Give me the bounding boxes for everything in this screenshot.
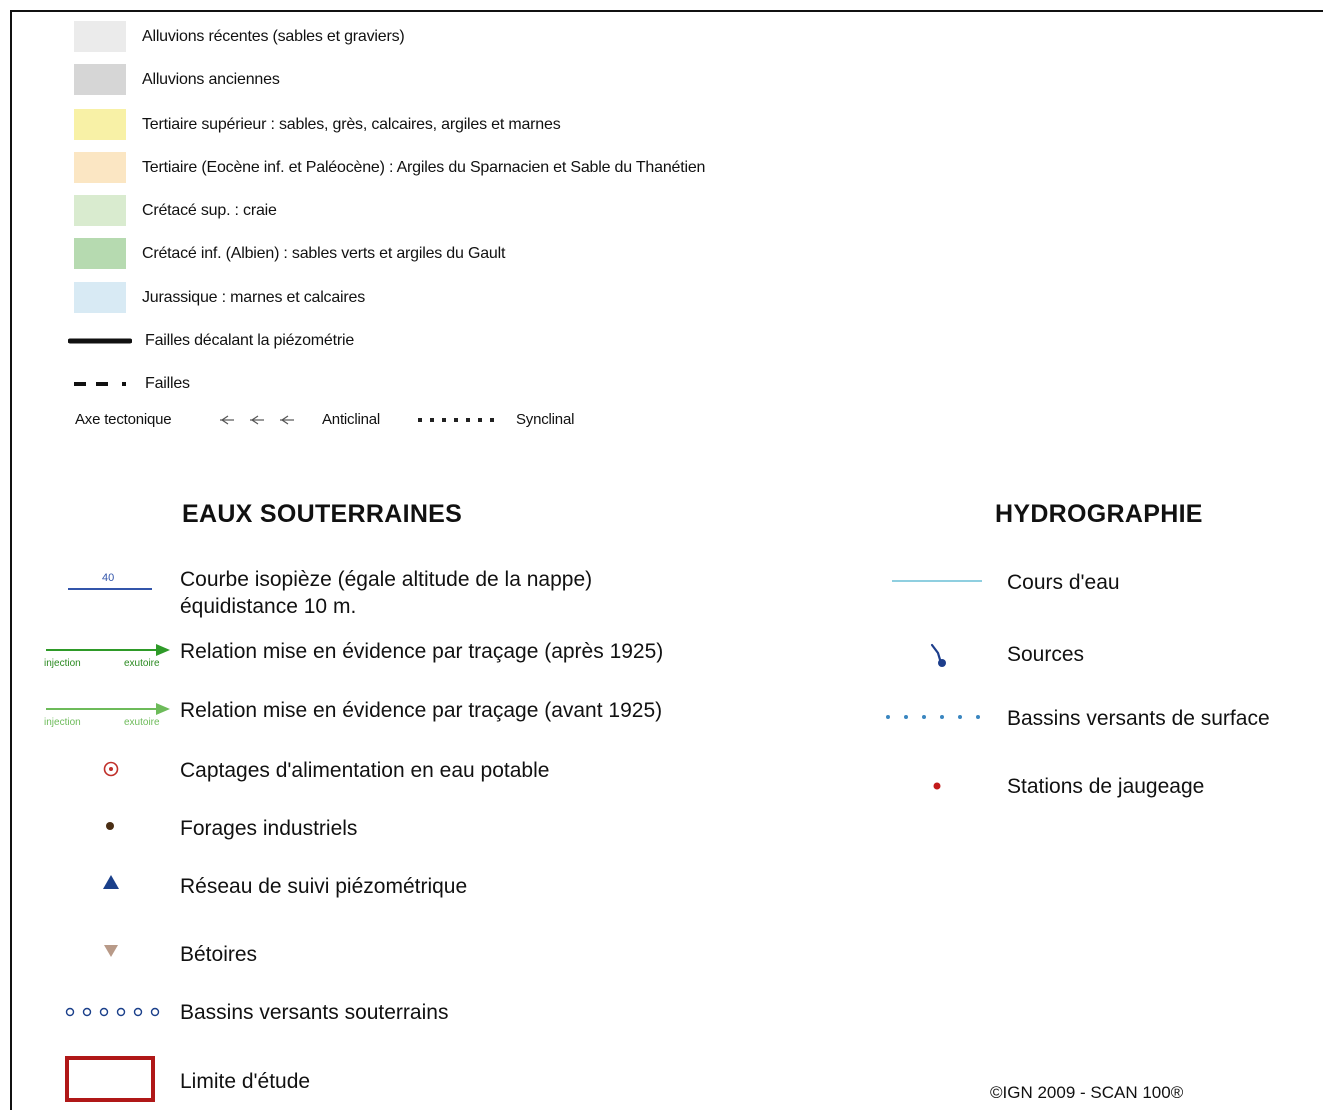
tracing-before-exutoire-label: exutoire bbox=[124, 717, 160, 728]
cours-eau-line-icon bbox=[892, 580, 982, 582]
anticline-icon bbox=[220, 415, 294, 425]
label-equidistance: équidistance 10 m. bbox=[180, 595, 357, 618]
label-betoires: Bétoires bbox=[180, 943, 258, 966]
label-bassins-souterrains: Bassins versants souterrains bbox=[180, 1001, 449, 1024]
label-cretace-inf: Crétacé inf. (Albien) : sables verts et … bbox=[142, 245, 506, 262]
label-limite-etude: Limite d'étude bbox=[180, 1070, 311, 1093]
swatch-alluvions-anciennes bbox=[74, 64, 126, 95]
label-failles: Failles bbox=[145, 375, 190, 392]
reseau-triangle-icon bbox=[103, 875, 119, 889]
copyright-credit: ©IGN 2009 - SCAN 100® bbox=[990, 1083, 1184, 1102]
label-alluvions-anciennes: Alluvions anciennes bbox=[142, 71, 280, 88]
bassins-souterrains-icon bbox=[65, 1007, 160, 1017]
label-tertiaire-eocene: Tertiaire (Eocène inf. et Paléocène) : A… bbox=[142, 159, 706, 176]
tracing-before-arrow-icon bbox=[46, 703, 170, 715]
heading-eaux-souterraines: EAUX SOUTERRAINES bbox=[182, 500, 463, 528]
fault-dashed-icon bbox=[74, 382, 126, 386]
forage-icon bbox=[106, 822, 114, 830]
label-tracage-apres: Relation mise en évidence par traçage (a… bbox=[180, 640, 664, 663]
station-jaugeage-icon bbox=[933, 782, 941, 790]
label-stations-jaugeage: Stations de jaugeage bbox=[1007, 775, 1205, 798]
swatch-cretace-sup bbox=[74, 195, 126, 226]
swatch-tertiaire-superieur bbox=[74, 109, 126, 140]
label-bassins-surface: Bassins versants de surface bbox=[1007, 707, 1270, 730]
limite-etude-icon bbox=[65, 1056, 155, 1102]
bassins-surface-icon bbox=[886, 715, 980, 719]
source-icon bbox=[930, 643, 946, 667]
swatch-tertiaire-eocene bbox=[74, 152, 126, 183]
label-jurassique: Jurassique : marnes et calcaires bbox=[142, 289, 366, 306]
label-axe-tectonique: Axe tectonique bbox=[75, 411, 172, 428]
label-anticlinal: Anticlinal bbox=[322, 411, 381, 428]
syncline-icon bbox=[418, 418, 494, 422]
label-courbe-isopieze: Courbe isopièze (égale altitude de la na… bbox=[180, 568, 593, 591]
tracing-after-injection-label: injection bbox=[44, 658, 81, 669]
label-reseau: Réseau de suivi piézométrique bbox=[180, 875, 468, 898]
label-cretace-sup: Crétacé sup. : craie bbox=[142, 202, 277, 219]
label-alluvions-recentes: Alluvions récentes (sables et graviers) bbox=[142, 28, 405, 45]
label-synclinal: Synclinal bbox=[516, 411, 575, 428]
swatch-alluvions-recentes bbox=[74, 21, 126, 52]
label-captages: Captages d'alimentation en eau potable bbox=[180, 759, 550, 782]
swatch-cretace-inf bbox=[74, 238, 126, 269]
label-failles-piezometrie: Failles décalant la piézométrie bbox=[145, 332, 355, 349]
label-tertiaire-superieur: Tertiaire supérieur : sables, grès, calc… bbox=[142, 116, 561, 133]
tracing-after-arrow-icon bbox=[46, 644, 170, 656]
label-tracage-avant: Relation mise en évidence par traçage (a… bbox=[180, 699, 663, 722]
tracing-before-injection-label: injection bbox=[44, 717, 81, 728]
heading-hydrographie: HYDROGRAPHIE bbox=[995, 500, 1203, 528]
isopiezo-value-label: 40 bbox=[102, 572, 115, 584]
tracing-after-exutoire-label: exutoire bbox=[124, 658, 160, 669]
fault-solid-icon bbox=[68, 338, 132, 344]
label-forages: Forages industriels bbox=[180, 817, 358, 840]
captage-icon bbox=[103, 761, 119, 777]
label-sources: Sources bbox=[1007, 643, 1085, 666]
label-cours-eau: Cours d'eau bbox=[1007, 571, 1120, 594]
betoire-triangle-icon bbox=[104, 945, 118, 957]
swatch-jurassique bbox=[74, 282, 126, 313]
